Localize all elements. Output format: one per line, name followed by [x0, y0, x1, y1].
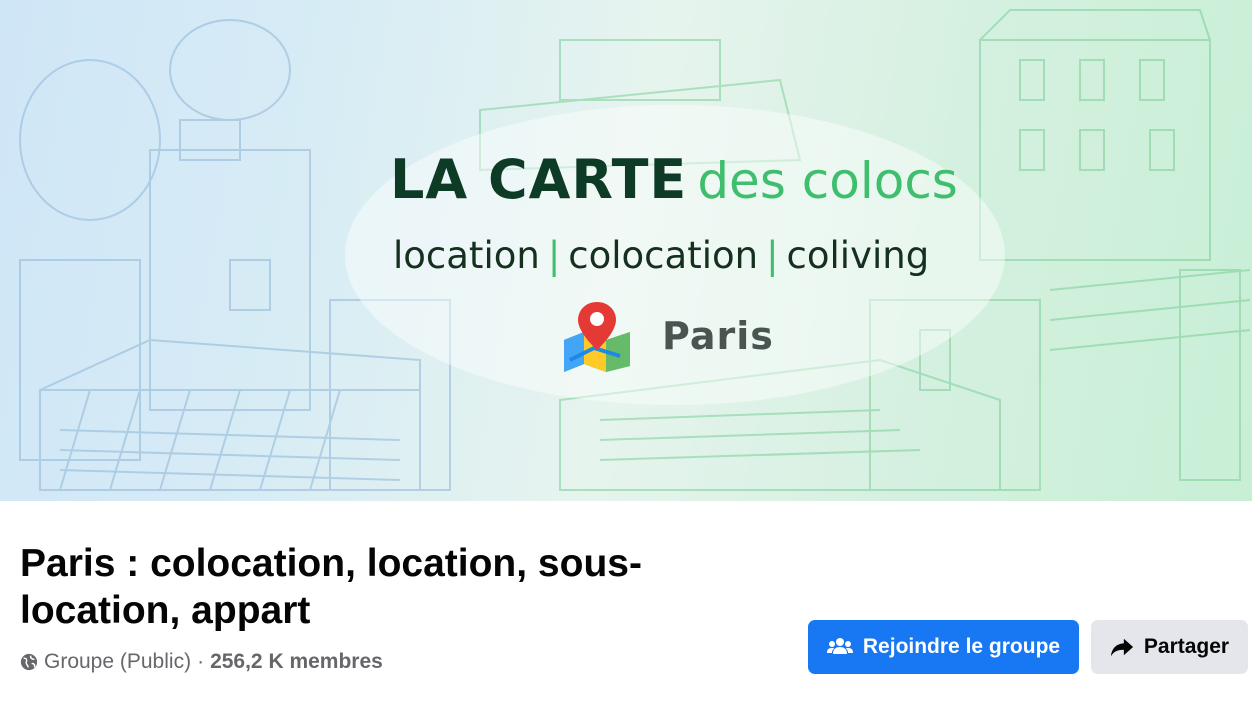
- join-button-label: Rejoindre le groupe: [862, 635, 1061, 658]
- tagline-item: coliving: [786, 234, 930, 277]
- join-group-button[interactable]: Rejoindre le groupe: [808, 620, 1079, 674]
- share-button[interactable]: Partager: [1091, 620, 1248, 674]
- map-pin-icon: [564, 302, 630, 372]
- cover-photo[interactable]: LA CARTE des colocs location | colocation | c…: [0, 0, 1252, 501]
- meta-separator: ·: [197, 650, 205, 673]
- share-button-label: Partager: [1143, 635, 1230, 658]
- tagline-separator: |: [547, 234, 561, 277]
- tagline-item: location: [393, 234, 540, 277]
- share-arrow-icon: [1110, 638, 1133, 657]
- group-title[interactable]: Paris : colocation, location, sous-locat…: [20, 540, 720, 634]
- group-type[interactable]: Groupe (Public): [44, 650, 191, 674]
- city-label: Paris: [662, 314, 774, 358]
- group-meta: Groupe (Public) · 256,2 K membres: [20, 650, 383, 674]
- member-count[interactable]: 256,2 K membres: [210, 650, 383, 674]
- brand-sub: des colocs: [697, 152, 958, 210]
- brand-logo: LA CARTE des colocs: [390, 148, 958, 211]
- tagline: location | colocation | coliving: [393, 234, 929, 277]
- tagline-item: colocation: [568, 234, 759, 277]
- people-plus-icon: [826, 638, 853, 654]
- location-badge: Paris: [560, 300, 774, 372]
- tagline-separator: |: [766, 234, 779, 277]
- brand-main: LA CARTE: [390, 148, 688, 211]
- globe-icon: [20, 653, 38, 671]
